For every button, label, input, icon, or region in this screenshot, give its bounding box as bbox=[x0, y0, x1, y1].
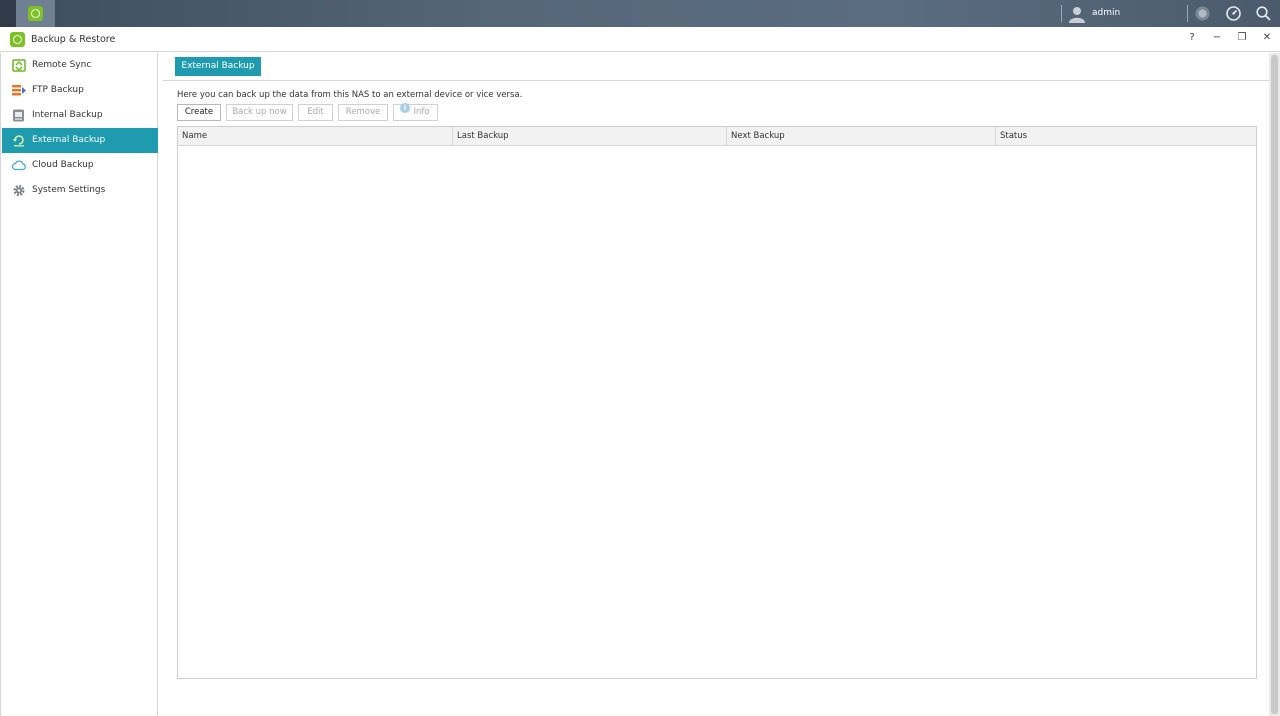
sidebar-item-label: FTP Backup bbox=[32, 85, 84, 95]
page-description: Here you can back up the data from this … bbox=[177, 90, 523, 100]
info-button[interactable]: i Info bbox=[393, 103, 438, 121]
sidebar-item-internal-backup[interactable]: Internal Backup bbox=[2, 103, 158, 128]
sidebar-item-system-settings[interactable]: System Settings bbox=[2, 178, 158, 203]
edit-button[interactable]: Edit bbox=[298, 104, 333, 121]
taskbar-start[interactable] bbox=[0, 0, 16, 27]
sidebar-item-label: Cloud Backup bbox=[32, 160, 94, 170]
gear-icon bbox=[13, 185, 25, 196]
window-header: Backup & Restore ? − ❐ ✕ bbox=[0, 27, 1280, 52]
back-up-now-button[interactable]: Back up now bbox=[226, 104, 293, 121]
user-icon[interactable] bbox=[1068, 5, 1086, 23]
search-icon[interactable] bbox=[1255, 5, 1272, 22]
backup-jobs-table: Name Last Backup Next Backup Status bbox=[177, 126, 1257, 679]
notification-icon[interactable] bbox=[1194, 5, 1211, 22]
external-backup-icon bbox=[13, 135, 24, 147]
info-button-label: Info bbox=[413, 107, 430, 117]
scrollbar-thumb[interactable] bbox=[1271, 55, 1278, 714]
sidebar-item-label: Remote Sync bbox=[32, 60, 92, 70]
sidebar-item-label: External Backup bbox=[32, 135, 106, 145]
taskbar: admin bbox=[0, 0, 1280, 27]
info-icon: i bbox=[400, 103, 410, 113]
minimize-button[interactable]: − bbox=[1210, 31, 1224, 45]
sidebar-item-label: System Settings bbox=[32, 185, 106, 195]
column-header-last-backup[interactable]: Last Backup bbox=[453, 127, 727, 146]
backup-restore-icon bbox=[10, 32, 25, 47]
sidebar-item-external-backup[interactable]: External Backup bbox=[2, 128, 158, 153]
internal-backup-icon bbox=[13, 109, 24, 122]
cloud-icon bbox=[12, 160, 26, 171]
sidebar-item-ftp-backup[interactable]: FTP Backup bbox=[2, 78, 158, 103]
remove-button[interactable]: Remove bbox=[338, 104, 388, 121]
tab-external-backup[interactable]: External Backup bbox=[175, 57, 261, 76]
taskbar-app-backup-restore[interactable] bbox=[16, 0, 55, 27]
main-content: External Backup Here you can back up the… bbox=[159, 53, 1269, 716]
backup-restore-app-icon bbox=[28, 6, 43, 21]
taskbar-separator bbox=[1187, 5, 1188, 22]
sidebar: Remote Sync FTP Backup Internal Backup E… bbox=[0, 53, 158, 716]
username-label[interactable]: admin bbox=[1092, 8, 1120, 18]
restore-button[interactable]: ❐ bbox=[1235, 31, 1249, 45]
remote-sync-icon bbox=[12, 59, 26, 72]
table-header: Name Last Backup Next Backup Status bbox=[178, 127, 1256, 146]
column-header-status[interactable]: Status bbox=[996, 127, 1256, 146]
help-button[interactable]: ? bbox=[1185, 31, 1199, 45]
column-header-next-backup[interactable]: Next Backup bbox=[727, 127, 996, 146]
vertical-scrollbar[interactable] bbox=[1269, 53, 1280, 716]
taskbar-separator bbox=[1061, 5, 1062, 22]
tab-divider bbox=[163, 80, 1269, 81]
column-header-name[interactable]: Name bbox=[178, 127, 453, 146]
window-title: Backup & Restore bbox=[31, 34, 116, 45]
sidebar-item-label: Internal Backup bbox=[32, 110, 103, 120]
create-button[interactable]: Create bbox=[177, 104, 221, 121]
sidebar-item-remote-sync[interactable]: Remote Sync bbox=[2, 53, 158, 78]
dashboard-icon[interactable] bbox=[1225, 5, 1242, 22]
sidebar-item-cloud-backup[interactable]: Cloud Backup bbox=[2, 153, 158, 178]
close-button[interactable]: ✕ bbox=[1260, 31, 1274, 45]
ftp-backup-icon bbox=[12, 85, 26, 96]
